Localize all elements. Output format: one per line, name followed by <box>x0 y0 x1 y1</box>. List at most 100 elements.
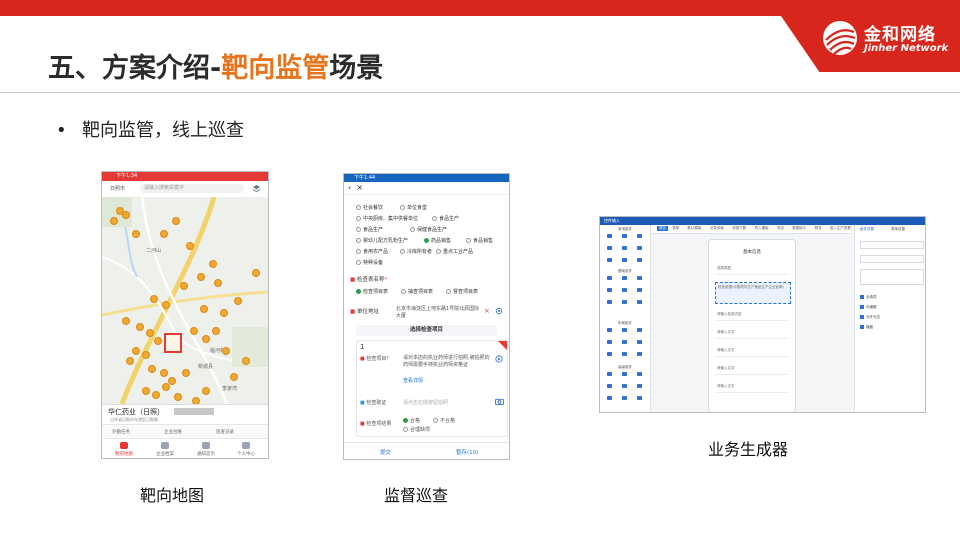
submit-button[interactable]: 提交 <box>380 448 391 456</box>
save-draft-button[interactable]: 暂存(10) <box>456 448 478 456</box>
map-poi-marker[interactable] <box>252 269 260 277</box>
component-tile[interactable] <box>633 340 645 349</box>
tool-field-tasks[interactable]: 外勤任务 <box>112 429 130 435</box>
result-option-pass[interactable]: 合格 <box>403 417 420 424</box>
map-poi-marker[interactable] <box>160 369 168 377</box>
map-poi-marker[interactable] <box>174 393 182 401</box>
property-checkbox[interactable]: 必填项 <box>860 295 877 300</box>
map-poi-marker[interactable] <box>142 351 150 359</box>
map-poi-marker[interactable] <box>132 347 140 355</box>
component-tile[interactable] <box>618 288 630 297</box>
category-option[interactable]: 保健食品生产 <box>410 226 447 233</box>
component-tile[interactable] <box>603 352 615 361</box>
map-poi-marker[interactable] <box>200 305 208 313</box>
map-poi-marker[interactable] <box>160 230 168 238</box>
property-textarea[interactable] <box>860 269 924 285</box>
builder-phone-canvas[interactable]: 基本信息 选择类型 检查依据(中国境内生产食品生产企业证明) 请输入检查内容 请输入文… <box>708 239 796 412</box>
category-option[interactable]: 中央厨房、集中供餐单位 <box>356 215 418 222</box>
map-poi-marker[interactable] <box>126 357 134 365</box>
component-tile[interactable] <box>618 246 630 255</box>
component-tile[interactable] <box>603 340 615 349</box>
select-items-button[interactable]: 选择检查项目 <box>356 325 497 336</box>
locate-icon[interactable] <box>495 307 503 315</box>
map-poi-marker[interactable] <box>162 383 170 391</box>
builder-tab[interactable]: 导入模板 <box>755 226 769 231</box>
delete-corner-icon[interactable] <box>498 341 507 350</box>
component-tile[interactable] <box>603 258 615 267</box>
property-checkbox[interactable]: 可编辑 <box>860 305 877 310</box>
map-poi-marker[interactable] <box>190 327 198 335</box>
component-tile[interactable] <box>633 276 645 285</box>
builder-tab[interactable]: 默认模板 <box>687 226 701 231</box>
component-tile[interactable] <box>603 372 615 381</box>
builder-tab[interactable]: 预览 <box>815 226 822 231</box>
tool-inspection-records[interactable]: 巡查记录 <box>216 429 234 435</box>
component-tile[interactable] <box>618 340 630 349</box>
layers-icon[interactable] <box>252 184 261 193</box>
tool-enterprise-ledger[interactable]: 企业台账 <box>164 429 182 435</box>
map-poi-marker[interactable] <box>122 211 130 219</box>
builder-tab[interactable]: 资源下载 <box>732 226 746 231</box>
tab-profile[interactable]: 个人中心 <box>226 442 266 457</box>
map-search-input[interactable]: 请输入搜索关键字 <box>140 184 244 193</box>
map-poi-marker[interactable] <box>230 373 238 381</box>
builder-tab[interactable]: 数据统计 <box>792 226 806 231</box>
component-tile[interactable] <box>603 288 615 297</box>
tab-form-settings[interactable]: 表单设置 <box>891 227 905 232</box>
builder-tab[interactable]: 进入生产查看 <box>830 226 851 231</box>
map-poi-marker[interactable] <box>142 387 150 395</box>
component-tile[interactable] <box>618 258 630 267</box>
poi-info-card[interactable]: 华仁药业（日照） 山东省日照市东港区日照路 <box>102 404 268 425</box>
builder-tab[interactable]: 报告 <box>657 226 668 231</box>
map-poi-marker[interactable] <box>152 391 160 399</box>
component-tile[interactable] <box>618 300 630 309</box>
view-details-link[interactable]: 查看详情 <box>403 377 423 384</box>
map-poi-marker[interactable] <box>197 273 205 281</box>
city-selector[interactable]: 日照市 <box>110 185 125 192</box>
component-tile[interactable] <box>633 300 645 309</box>
canvas-form-field[interactable]: 请输入文字 <box>715 364 789 375</box>
map-canvas[interactable]: 二河山 临河村 新城县 李家湾 <box>102 197 268 405</box>
map-poi-marker[interactable] <box>209 260 217 268</box>
camera-icon[interactable] <box>495 398 504 405</box>
category-option[interactable]: 重点工业产品 <box>436 248 473 255</box>
category-option[interactable]: 药品销售 <box>424 237 451 244</box>
category-option[interactable]: 特种设备 <box>356 259 383 266</box>
component-tile[interactable] <box>603 246 615 255</box>
canvas-form-field[interactable]: 请输入文字 <box>715 346 789 357</box>
category-option[interactable]: 食品销售 <box>466 237 493 244</box>
map-poi-marker[interactable] <box>162 301 170 309</box>
component-tile[interactable] <box>618 396 630 405</box>
canvas-form-field[interactable]: 请输入文字 <box>715 328 789 339</box>
component-tile[interactable] <box>633 352 645 361</box>
component-tile[interactable] <box>618 352 630 361</box>
selected-poi-marker[interactable] <box>164 333 182 353</box>
category-option[interactable]: 食品生产 <box>432 215 459 222</box>
map-poi-marker[interactable] <box>186 242 194 250</box>
map-poi-marker[interactable] <box>202 335 210 343</box>
map-poi-marker[interactable] <box>172 217 180 225</box>
component-tile[interactable] <box>603 396 615 405</box>
back-arrow-icon[interactable]: ‹ <box>348 183 351 192</box>
map-poi-marker[interactable] <box>180 282 188 290</box>
category-option[interactable]: 食品生产 <box>356 226 383 233</box>
map-poi-marker[interactable] <box>222 347 230 355</box>
tab-notice[interactable]: 通知首页 <box>186 442 226 457</box>
canvas-form-field[interactable]: 检查依据(中国境内生产食品生产企业证明) <box>715 282 791 304</box>
component-tile[interactable] <box>618 328 630 337</box>
component-tile[interactable] <box>618 372 630 381</box>
component-tile[interactable] <box>633 234 645 243</box>
component-tile[interactable] <box>603 384 615 393</box>
result-option-na[interactable]: 合理缺项 <box>403 426 430 433</box>
property-checkbox[interactable]: 允许为空 <box>860 315 880 320</box>
property-checkbox[interactable]: 隐藏 <box>860 325 873 330</box>
component-tile[interactable] <box>618 276 630 285</box>
canvas-form-field[interactable]: 选择类型 <box>715 264 789 275</box>
map-poi-marker[interactable] <box>212 327 220 335</box>
map-poi-marker[interactable] <box>150 295 158 303</box>
map-poi-marker[interactable] <box>136 323 144 331</box>
component-tile[interactable] <box>633 258 645 267</box>
table-type-option[interactable]: 抽查项目表 <box>401 288 433 295</box>
map-poi-marker[interactable] <box>154 337 162 345</box>
component-tile[interactable] <box>603 276 615 285</box>
